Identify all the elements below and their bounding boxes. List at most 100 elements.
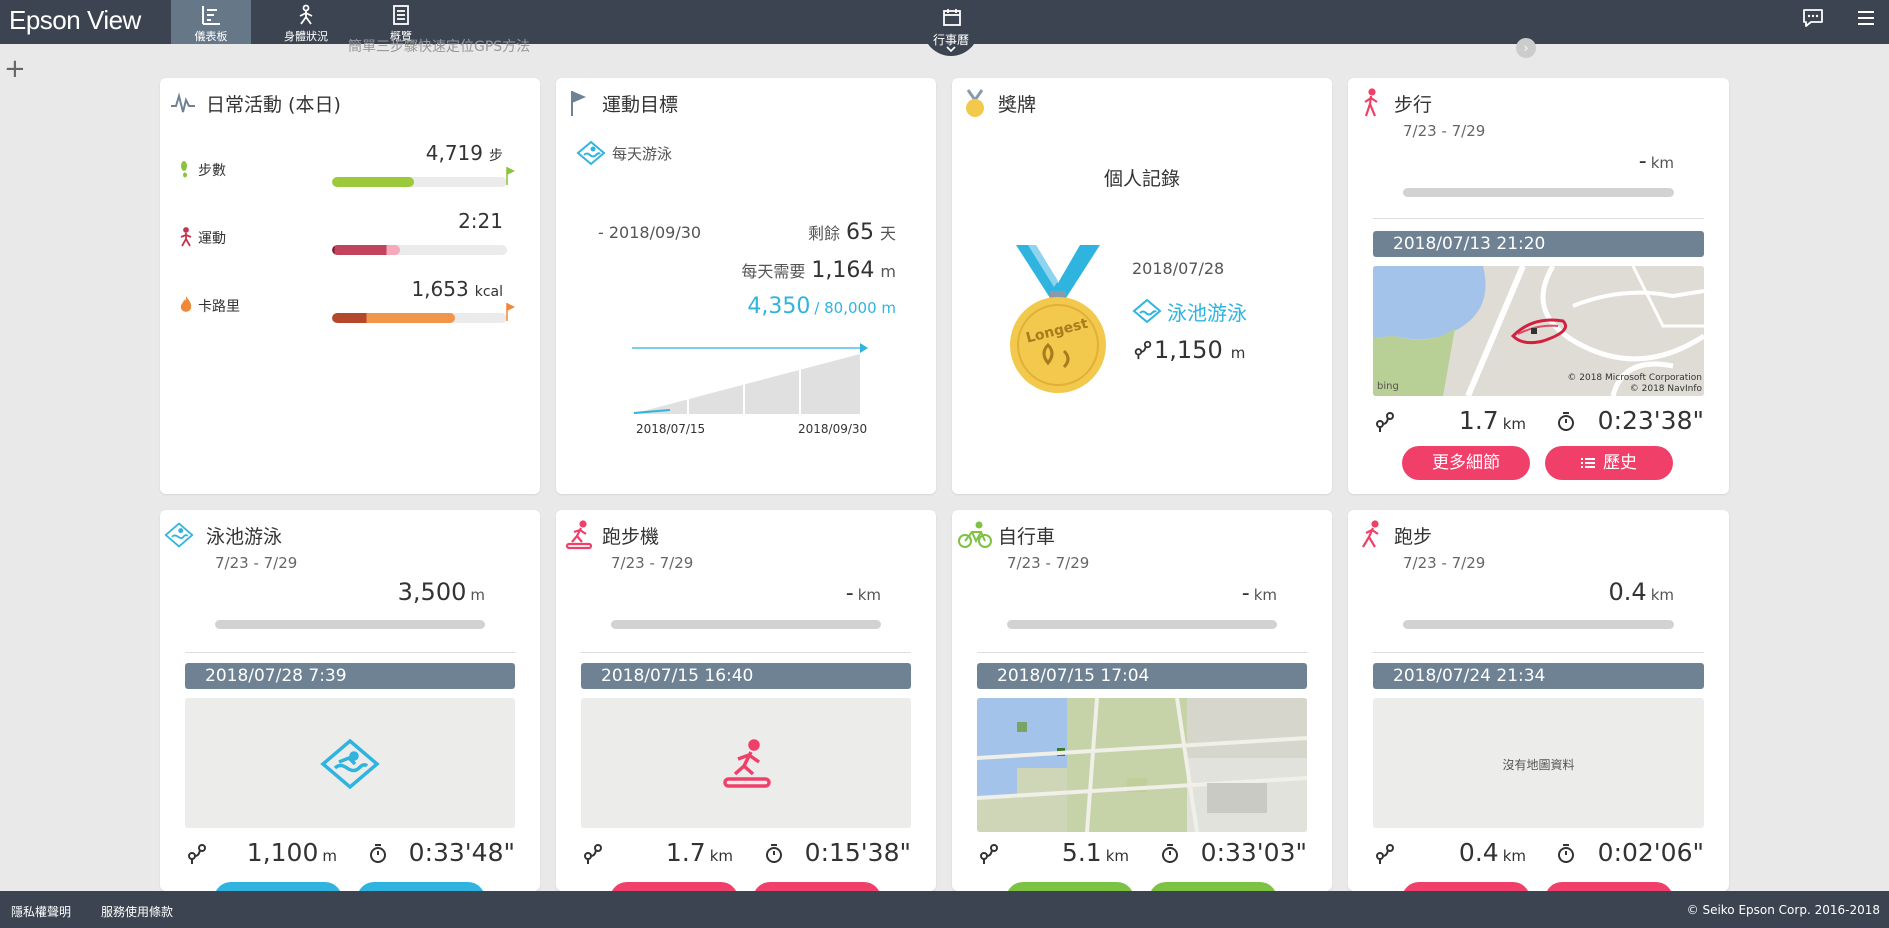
card-title: 運動目標 xyxy=(602,94,679,116)
latest-activity-date: 2018/07/15 17:04 xyxy=(977,663,1307,689)
medal-distance: 1,150 m xyxy=(1154,336,1246,364)
steps-row[interactable]: 步數 4,719 步 xyxy=(178,141,533,203)
weekly-progress-bar xyxy=(1007,620,1277,629)
activity-stats: 5.1 km 0:33'03" xyxy=(977,838,1307,870)
history-button[interactable]: 歷史 xyxy=(1545,446,1673,480)
weekly-progress-bar xyxy=(1403,188,1674,197)
swim-icon xyxy=(576,140,606,166)
distance-icon xyxy=(188,844,206,864)
duration-value: 0:23'38" xyxy=(1597,406,1704,435)
copyright: © Seiko Epson Corp. 2016-2018 xyxy=(1686,903,1880,917)
medal-card[interactable]: 獎牌 個人記錄 Longest 2018/07/28 泳池游泳 1,150 m xyxy=(952,78,1332,494)
privacy-link[interactable]: 隱私權聲明 xyxy=(11,903,71,920)
map-image xyxy=(977,698,1307,832)
add-widget-button[interactable]: + xyxy=(4,56,26,82)
activity-icon xyxy=(171,92,195,113)
calories-row[interactable]: 卡路里 1,653 kcal xyxy=(178,277,533,339)
activity-thumbnail[interactable]: 沒有地圖資料 xyxy=(1373,698,1704,828)
tab-body-condition[interactable]: 身體狀況 xyxy=(266,0,346,44)
stopwatch-icon xyxy=(766,844,782,863)
menu-icon[interactable] xyxy=(1856,7,1876,33)
map-credit: © 2018 NavInfo xyxy=(1629,384,1702,394)
bike-icon xyxy=(958,521,992,548)
walk-icon xyxy=(1364,88,1378,117)
pool-swim-card[interactable]: 泳池游泳 7/23 - 7/29 3,500 m 2018/07/28 7:39 … xyxy=(160,510,540,891)
tab-calendar[interactable]: 行事曆 xyxy=(923,0,979,56)
route-map[interactable]: bing © 2018 Microsoft Corporation © 2018… xyxy=(1373,266,1704,396)
terms-link[interactable]: 服務使用條款 xyxy=(101,903,173,920)
latest-activity-date: 2018/07/15 16:40 xyxy=(581,663,911,689)
activity-thumbnail[interactable] xyxy=(581,698,911,828)
more-details-button[interactable] xyxy=(610,882,738,891)
calories-label: 卡路里 xyxy=(198,299,240,315)
history-button[interactable] xyxy=(1545,882,1673,891)
divider xyxy=(185,652,515,653)
latest-activity-date: 2018/07/24 21:34 xyxy=(1373,663,1704,689)
more-details-button[interactable]: 更多細節 xyxy=(1402,446,1530,480)
notice-text: 簡單三步驟快速定位GPS方法 xyxy=(348,39,531,55)
history-button[interactable] xyxy=(357,882,485,891)
exercise-value: 2:21 xyxy=(458,209,503,233)
route-map[interactable] xyxy=(977,698,1307,832)
calendar-icon xyxy=(943,9,961,26)
activity-stats: 1.7 km 0:23'38" xyxy=(1373,406,1704,438)
chat-icon[interactable] xyxy=(1801,7,1825,33)
card-title: 跑步機 xyxy=(602,526,660,548)
goal-progress-chart xyxy=(632,343,868,414)
divider xyxy=(1373,218,1704,219)
exercise-row[interactable]: 運動 2:21 xyxy=(178,209,533,271)
weekly-summary: 0.4 km xyxy=(1608,578,1674,606)
run-card[interactable]: 跑步 7/23 - 7/29 0.4 km 2018/07/24 21:34 沒有… xyxy=(1348,510,1729,891)
walk-card[interactable]: 步行 7/23 - 7/29 - km 2018/07/13 21:20 bing… xyxy=(1348,78,1729,494)
duration-value: 0:02'06" xyxy=(1597,838,1704,867)
list-icon xyxy=(1581,458,1595,468)
gps-tip-link[interactable]: 簡單三步驟快速定位GPS方法 xyxy=(348,36,530,56)
more-details-button[interactable] xyxy=(1006,882,1134,891)
duration-value: 0:33'03" xyxy=(1200,838,1307,867)
duration-value: 0:15'38" xyxy=(804,838,911,867)
flag-icon xyxy=(571,91,586,116)
activity-thumbnail[interactable] xyxy=(185,698,515,828)
date-range: 7/23 - 7/29 xyxy=(1403,554,1486,572)
treadmill-icon xyxy=(723,739,771,788)
distance-value: 1.7 km xyxy=(665,838,733,867)
treadmill-card[interactable]: 跑步機 7/23 - 7/29 - km 2018/07/15 16:40 1.7… xyxy=(556,510,936,891)
tab-dashboard[interactable]: 儀表板 xyxy=(171,0,251,44)
more-details-button[interactable] xyxy=(1402,882,1530,891)
exercise-progress-bar xyxy=(332,245,507,255)
distance-value: 1,100 m xyxy=(246,838,337,867)
history-button[interactable] xyxy=(753,882,881,891)
swim-icon xyxy=(1132,298,1162,324)
tab-label: 身體狀況 xyxy=(284,30,328,43)
weekly-progress-bar xyxy=(1403,620,1674,629)
divider xyxy=(977,652,1307,653)
distance-icon xyxy=(584,844,602,864)
app-logo[interactable]: Epson View xyxy=(9,5,141,36)
divider xyxy=(1373,652,1704,653)
stopwatch-icon xyxy=(1162,844,1178,863)
distance-value: 0.4 km xyxy=(1458,838,1526,867)
exercise-icon xyxy=(180,227,192,247)
card-title: 跑步 xyxy=(1394,526,1433,548)
card-title: 步行 xyxy=(1394,94,1433,116)
run-icon xyxy=(1362,520,1379,548)
goal-card[interactable]: 運動目標 每天游泳 - 2018/09/30 剩餘 65 天 每天需要 1,164 m … xyxy=(556,78,936,494)
footprint-icon xyxy=(181,161,187,178)
activity-stats: 1.7 km 0:15'38" xyxy=(581,838,911,870)
dashboard-icon xyxy=(202,6,220,25)
history-button[interactable] xyxy=(1149,882,1277,891)
more-details-button[interactable] xyxy=(214,882,342,891)
treadmill-icon xyxy=(565,520,593,550)
goal-deadline: - 2018/09/30 xyxy=(598,223,702,242)
chevron-right-icon[interactable]: › xyxy=(1516,38,1536,58)
distance-value: 5.1 km xyxy=(1061,838,1129,867)
chart-start-label: 2018/07/15 xyxy=(636,422,706,436)
stopwatch-icon xyxy=(1558,844,1574,863)
activity-stats: 0.4 km 0:02'06" xyxy=(1373,838,1704,870)
medal-date: 2018/07/28 xyxy=(1132,259,1225,278)
daily-activity-card: 日常活動 (本日) 步數 4,719 步 運動 2:21 卡路里 1,653 kca… xyxy=(160,78,540,494)
date-range: 7/23 - 7/29 xyxy=(611,554,694,572)
steps-value: 4,719 步 xyxy=(425,141,503,165)
map-brand: bing xyxy=(1377,381,1399,392)
bike-card[interactable]: 自行車 7/23 - 7/29 - km 2018/07/15 17:04 5.1… xyxy=(952,510,1332,891)
